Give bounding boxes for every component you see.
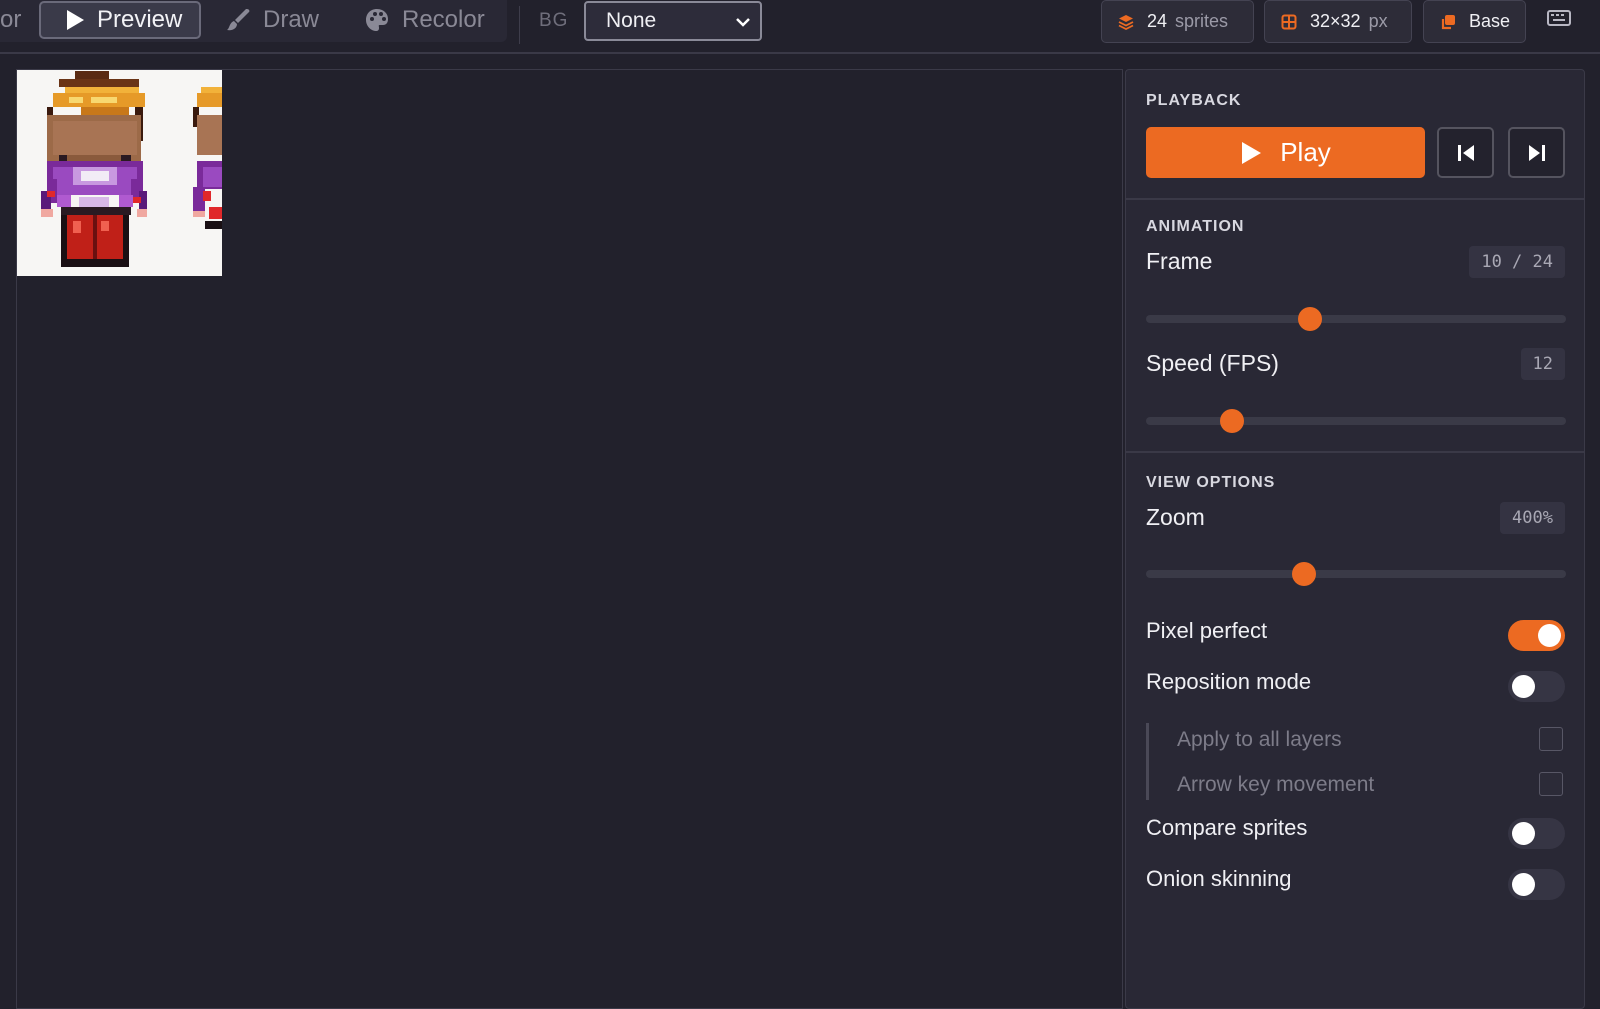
frame-slider-thumb[interactable] xyxy=(1297,307,1322,331)
bg-label: BG xyxy=(539,10,569,31)
skip-back-icon xyxy=(1457,144,1474,161)
frame-label: Frame xyxy=(1146,248,1213,274)
mode-label: or xyxy=(0,6,22,33)
onion-skinning-toggle[interactable] xyxy=(1508,869,1565,900)
properties-panel: PLAYBACK Play ANIMATION Frame 10 / 24 Sp… xyxy=(1125,69,1585,1009)
sprite-size-value: 32×32 xyxy=(1310,11,1361,31)
animation-section-title: ANIMATION xyxy=(1146,218,1245,235)
play-button-label: Play xyxy=(1280,137,1331,167)
play-icon xyxy=(1242,141,1262,164)
toggle-knob xyxy=(1512,873,1535,896)
copy-layer-icon xyxy=(1440,14,1456,30)
play-icon xyxy=(67,10,84,30)
keyboard-icon[interactable] xyxy=(1547,8,1571,28)
mode-button-editor-truncated[interactable]: or xyxy=(0,1,21,39)
speed-slider[interactable] xyxy=(1146,409,1566,433)
frame-value: 10 / 24 xyxy=(1469,246,1565,278)
bg-select-value: None xyxy=(606,9,657,32)
background-select[interactable]: None xyxy=(584,1,762,41)
layer-label: Base xyxy=(1469,11,1511,31)
chevron-down-icon xyxy=(736,18,750,27)
skip-forward-icon xyxy=(1528,144,1545,161)
layers-icon xyxy=(1118,14,1134,30)
character-sprite xyxy=(41,71,222,267)
brush-icon xyxy=(227,9,250,31)
apply-all-layers-label: Apply to all layers xyxy=(1177,728,1342,751)
toggle-knob xyxy=(1512,675,1535,698)
top-toolbar: or Preview Draw Recolor BG None 24 sprit… xyxy=(0,0,1600,54)
compare-sprites-toggle[interactable] xyxy=(1508,818,1565,849)
speed-label: Speed (FPS) xyxy=(1146,350,1279,376)
mode-label: Recolor xyxy=(402,6,485,33)
mode-button-preview[interactable]: Preview xyxy=(39,1,201,39)
playback-section-title: PLAYBACK xyxy=(1146,92,1242,109)
view-options-section-title: VIEW OPTIONS xyxy=(1146,474,1276,491)
next-frame-button[interactable] xyxy=(1508,127,1565,178)
reposition-mode-label: Reposition mode xyxy=(1146,669,1312,694)
sprites-label: sprites xyxy=(1175,11,1229,31)
sprites-count-badge[interactable]: 24 sprites xyxy=(1101,0,1254,43)
layer-badge[interactable]: Base xyxy=(1423,0,1526,43)
palette-icon xyxy=(366,9,388,31)
section-divider xyxy=(1126,451,1584,453)
mode-label: Draw xyxy=(263,6,320,33)
frame-slider[interactable] xyxy=(1146,307,1566,331)
preview-canvas[interactable] xyxy=(16,69,1123,1009)
sprite-preview xyxy=(17,70,222,276)
section-divider xyxy=(1126,198,1584,200)
zoom-value: 400% xyxy=(1500,502,1565,534)
onion-skinning-label: Onion skinning xyxy=(1146,866,1292,891)
toolbar-divider xyxy=(519,6,520,44)
zoom-slider[interactable] xyxy=(1146,562,1566,586)
mode-button-draw[interactable]: Draw xyxy=(225,1,319,39)
pixel-perfect-label: Pixel perfect xyxy=(1146,618,1268,643)
mode-switcher: or Preview Draw Recolor xyxy=(0,0,507,42)
sprites-count: 24 xyxy=(1147,11,1168,31)
grid-icon xyxy=(1281,14,1297,30)
play-button[interactable]: Play xyxy=(1146,127,1425,178)
arrow-key-movement-checkbox[interactable] xyxy=(1539,772,1563,796)
toggle-knob xyxy=(1538,624,1561,647)
speed-value: 12 xyxy=(1520,348,1565,380)
sprite-size-badge[interactable]: 32×32 px xyxy=(1264,0,1412,43)
mode-label: Preview xyxy=(97,6,183,33)
sprite-size-unit: px xyxy=(1368,11,1388,31)
previous-frame-button[interactable] xyxy=(1437,127,1494,178)
toggle-knob xyxy=(1512,822,1535,845)
apply-all-layers-checkbox[interactable] xyxy=(1539,727,1563,751)
zoom-label: Zoom xyxy=(1146,504,1205,530)
reposition-sub-options: Apply to all layers Arrow key movement xyxy=(1146,723,1569,800)
speed-slider-thumb[interactable] xyxy=(1220,409,1245,433)
arrow-key-movement-label: Arrow key movement xyxy=(1177,773,1375,796)
compare-sprites-label: Compare sprites xyxy=(1146,815,1308,840)
mode-button-recolor[interactable]: Recolor xyxy=(364,1,485,39)
reposition-mode-toggle[interactable] xyxy=(1508,671,1565,702)
pixel-perfect-toggle[interactable] xyxy=(1508,620,1565,651)
zoom-slider-thumb[interactable] xyxy=(1291,562,1316,586)
